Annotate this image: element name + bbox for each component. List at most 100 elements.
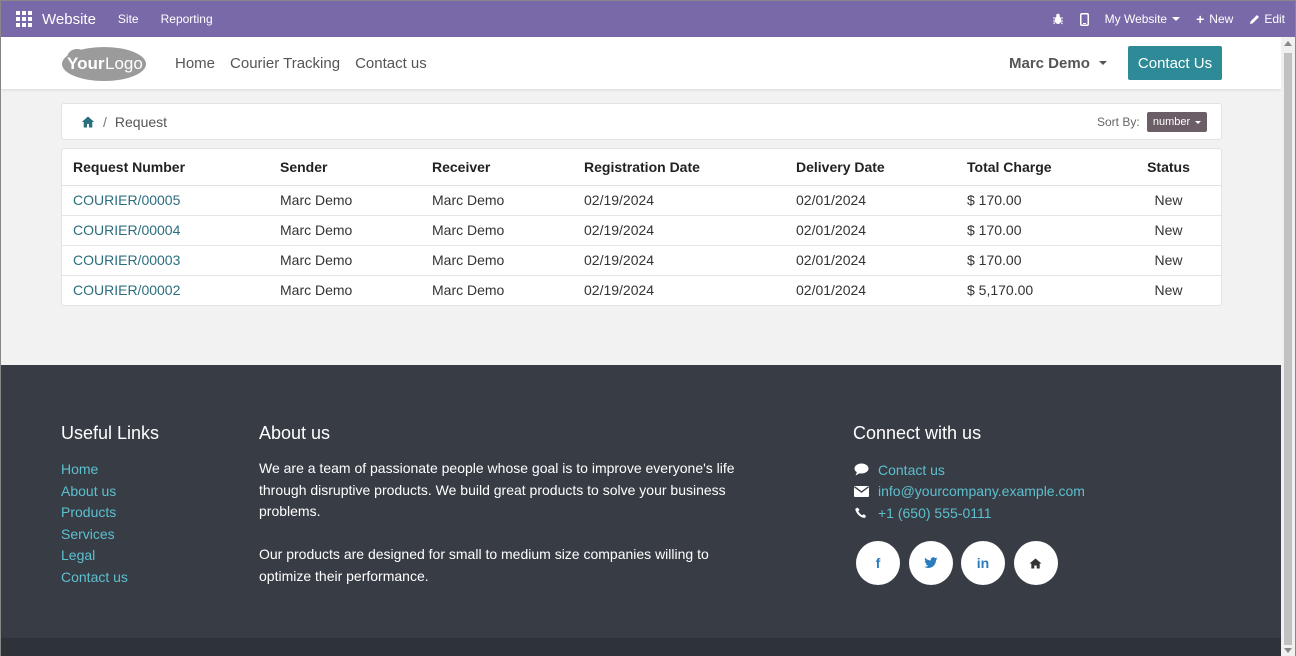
home-icon[interactable] <box>1013 541 1058 585</box>
receiver-cell: Marc Demo <box>421 245 573 276</box>
sender-cell: Marc Demo <box>269 215 421 246</box>
new-label: New <box>1209 12 1234 26</box>
registration-date-cell: 02/19/2024 <box>573 185 785 216</box>
new-button[interactable]: + New <box>1196 11 1233 27</box>
linkedin-icon[interactable]: in <box>961 541 1005 585</box>
registration-date-cell: 02/19/2024 <box>573 215 785 246</box>
breadcrumb-separator: / <box>103 113 107 130</box>
col-receiver: Receiver <box>421 149 573 186</box>
request-number-link[interactable]: COURIER/00003 <box>62 245 269 276</box>
chevron-down-icon <box>1195 120 1202 124</box>
main-nav: Home Courier Tracking Contact us <box>175 37 442 89</box>
nav-home[interactable]: Home <box>175 55 215 72</box>
chevron-down-icon <box>1172 17 1181 21</box>
delivery-date-cell: 02/01/2024 <box>796 282 867 299</box>
status-cell: New <box>1116 245 1221 276</box>
useful-links-title: Useful Links <box>61 423 160 443</box>
useful-links-list: Home About us Products Services Legal Co… <box>61 459 128 589</box>
delivery-date-cell: 02/01/2024 <box>785 245 956 276</box>
breadcrumb-current: Request <box>114 113 168 130</box>
request-number-link[interactable]: COURIER/00004 <box>62 215 269 246</box>
menu-reporting[interactable]: Reporting <box>161 12 213 26</box>
total-charge-cell: $ 170.00 <box>956 245 1116 276</box>
status-cell: New <box>1154 282 1183 299</box>
table-row[interactable]: COURIER/00005 Marc Demo Marc Demo 02/19/… <box>62 185 1221 216</box>
footer-link-products[interactable]: Products <box>61 502 128 524</box>
requests-table-card: Request Number Sender Receiver Registrat… <box>61 148 1222 306</box>
sort-by-dropdown[interactable]: number <box>1147 112 1207 132</box>
table-row[interactable]: COURIER/00004 Marc Demo Marc Demo 02/19/… <box>62 215 1221 246</box>
table-row[interactable]: COURIER/00002 Marc Demo Marc Demo 02/19/… <box>62 275 1221 305</box>
plus-icon: + <box>1196 11 1205 27</box>
col-total-charge: Total Charge <box>956 149 1116 186</box>
mobile-preview-icon[interactable] <box>1079 12 1089 26</box>
total-charge-cell: $ 5,170.00 <box>967 282 1034 299</box>
col-registration-date: Registration Date <box>573 149 785 186</box>
edit-button[interactable]: Edit <box>1249 12 1285 26</box>
about-paragraph-1: We are a team of passionate people whose… <box>259 460 735 520</box>
footer-link-contact-us[interactable]: Contact us <box>61 567 128 589</box>
footer-email-link[interactable]: info@yourcompany.example.com <box>878 483 1085 499</box>
status-cell: New <box>1116 185 1221 216</box>
footer-link-home[interactable]: Home <box>61 459 128 481</box>
sort-by-value: number <box>1152 116 1191 128</box>
debug-bug-icon[interactable] <box>1052 13 1064 25</box>
website-selector-label: My Website <box>1104 12 1168 26</box>
delivery-date-cell: 02/01/2024 <box>785 215 956 246</box>
about-paragraph-2: Our products are designed for small to m… <box>259 546 709 584</box>
site-footer: Useful Links Home About us Products Serv… <box>1 365 1281 639</box>
about-us-text: We are a team of passionate people whose… <box>259 458 739 609</box>
scroll-up-arrow-icon[interactable] <box>1284 41 1292 46</box>
odoo-top-bar: Website Site Reporting My Website + New … <box>1 1 1295 37</box>
svg-text:Logo: Logo <box>105 54 143 73</box>
chevron-down-icon <box>1098 61 1107 65</box>
receiver-cell: Marc Demo <box>432 282 505 299</box>
scrollbar-thumb[interactable] <box>1284 53 1292 645</box>
footer-phone-link[interactable]: +1 (650) 555-0111 <box>878 505 992 521</box>
table-row[interactable]: COURIER/00003 Marc Demo Marc Demo 02/19/… <box>62 245 1221 276</box>
request-number-link[interactable]: COURIER/00005 <box>62 185 269 216</box>
requests-table: Request Number Sender Receiver Registrat… <box>62 149 1221 305</box>
total-charge-cell: $ 170.00 <box>956 185 1116 216</box>
sort-by-label: Sort By: <box>1097 115 1140 129</box>
table-header-row: Request Number Sender Receiver Registrat… <box>62 149 1221 186</box>
pencil-icon <box>1250 14 1260 24</box>
nav-courier-tracking[interactable]: Courier Tracking <box>230 55 340 72</box>
vertical-scrollbar[interactable] <box>1281 37 1295 656</box>
nav-contact-us[interactable]: Contact us <box>355 55 427 72</box>
user-name: Marc Demo <box>1009 54 1090 72</box>
envelope-icon <box>853 484 869 498</box>
social-links: f in <box>856 541 1066 585</box>
col-request-number: Request Number <box>62 149 269 186</box>
phone-icon <box>853 506 869 520</box>
svg-text:Your: Your <box>67 54 105 73</box>
footer-link-legal[interactable]: Legal <box>61 545 128 567</box>
menu-site[interactable]: Site <box>118 12 139 26</box>
user-menu[interactable]: Marc Demo <box>1009 37 1107 89</box>
facebook-icon[interactable]: f <box>856 541 900 585</box>
breadcrumb: / Request Sort By: number <box>61 103 1222 140</box>
twitter-icon[interactable] <box>908 541 953 585</box>
request-number-link[interactable]: COURIER/00002 <box>62 275 269 305</box>
home-icon[interactable] <box>81 115 95 129</box>
receiver-cell: Marc Demo <box>421 185 573 216</box>
footer-link-services[interactable]: Services <box>61 524 128 546</box>
scroll-down-arrow-icon[interactable] <box>1284 648 1292 653</box>
footer-link-about-us[interactable]: About us <box>61 481 128 503</box>
col-status: Status <box>1116 149 1221 186</box>
company-logo[interactable]: Your Logo <box>61 44 147 82</box>
col-delivery-date: Delivery Date <box>785 149 956 186</box>
website-selector[interactable]: My Website <box>1104 12 1181 26</box>
site-header: Your Logo Home Courier Tracking Contact … <box>1 37 1281 89</box>
contact-us-button[interactable]: Contact Us <box>1128 46 1222 80</box>
registration-date-cell: 02/19/2024 <box>584 282 655 299</box>
sender-cell: Marc Demo <box>280 282 353 299</box>
apps-menu-icon[interactable] <box>16 11 32 27</box>
registration-date-cell: 02/19/2024 <box>573 245 785 276</box>
app-name: Website <box>42 10 96 28</box>
about-us-title: About us <box>259 423 331 443</box>
sender-cell: Marc Demo <box>269 185 421 216</box>
sender-cell: Marc Demo <box>269 245 421 276</box>
delivery-date-cell: 02/01/2024 <box>785 185 956 216</box>
footer-contact-link[interactable]: Contact us <box>878 462 945 478</box>
